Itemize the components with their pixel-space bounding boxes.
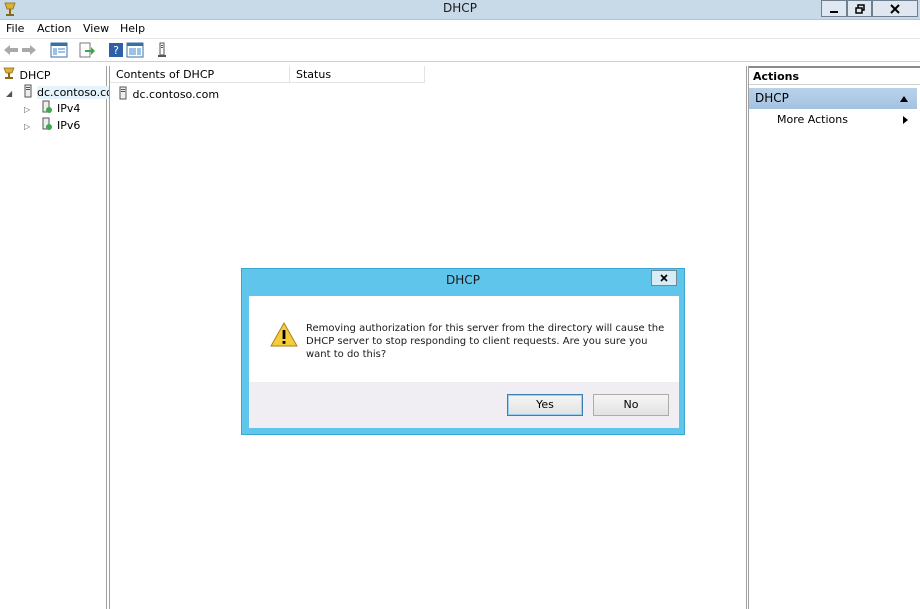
- title-bar[interactable]: DHCP: [0, 0, 920, 20]
- close-icon: [890, 3, 900, 14]
- menu-action[interactable]: Action: [37, 22, 71, 35]
- table-row[interactable]: dc.contoso.com: [117, 86, 219, 102]
- collapsed-arrow-icon[interactable]: ▷: [24, 105, 36, 114]
- help-icon[interactable]: ?: [107, 41, 125, 59]
- column-header-status[interactable]: Status: [290, 66, 425, 83]
- section-label: DHCP: [755, 91, 789, 105]
- window-title: DHCP: [443, 1, 477, 15]
- menu-help[interactable]: Help: [120, 22, 145, 35]
- tree-item-server[interactable]: ◢ dc.contoso.co: [6, 84, 113, 100]
- svg-text:?: ?: [113, 44, 119, 57]
- menu-view[interactable]: View: [83, 22, 109, 35]
- submenu-arrow-icon: [903, 116, 908, 124]
- tree-item-dhcp[interactable]: DHCP: [2, 67, 51, 83]
- actions-pane: Actions DHCP More Actions: [748, 66, 920, 609]
- action-label: More Actions: [777, 113, 848, 126]
- actions-section-dhcp[interactable]: DHCP: [749, 88, 917, 109]
- menu-bar: File Action View Help: [0, 20, 920, 39]
- mmc-window: DHCP File Action View Help ? DHCP ◢ dc.c…: [0, 0, 920, 609]
- restore-icon: [854, 3, 865, 14]
- expanded-arrow-icon[interactable]: ◢: [6, 89, 18, 98]
- show-hide-console-tree-icon[interactable]: [50, 41, 68, 59]
- tree-label: dc.contoso.co: [37, 86, 113, 99]
- no-button[interactable]: No: [593, 394, 669, 416]
- tree-item-ipv4[interactable]: ▷ IPv4: [24, 100, 80, 116]
- row-name: dc.contoso.com: [132, 88, 220, 101]
- dialog-title: DHCP: [446, 273, 480, 287]
- server-status-icon[interactable]: [153, 41, 171, 59]
- ipv4-icon: [42, 100, 52, 113]
- close-button[interactable]: [872, 0, 918, 17]
- restore-button[interactable]: [847, 0, 872, 17]
- toolbar: ?: [0, 39, 920, 62]
- close-icon: [660, 274, 668, 282]
- tree-label: DHCP: [19, 69, 51, 82]
- actions-header: Actions: [749, 66, 920, 85]
- server-icon: [119, 86, 127, 100]
- confirm-dialog: DHCP Removing authorization for this ser…: [241, 268, 685, 435]
- yes-button[interactable]: Yes: [507, 394, 583, 416]
- collapsed-arrow-icon[interactable]: ▷: [24, 122, 36, 131]
- tree-item-ipv6[interactable]: ▷ IPv6: [24, 117, 80, 133]
- tree-label: IPv4: [57, 102, 81, 115]
- menu-file[interactable]: File: [6, 22, 24, 35]
- collapse-up-icon[interactable]: [900, 96, 908, 102]
- dialog-message: Removing authorization for this server f…: [306, 323, 665, 360]
- minimize-icon: [830, 10, 838, 13]
- dialog-body: Removing authorization for this server f…: [249, 296, 679, 428]
- tree-label: IPv6: [57, 119, 81, 132]
- dialog-close-button[interactable]: [651, 270, 677, 286]
- action-more-actions[interactable]: More Actions: [777, 113, 848, 126]
- show-hide-action-pane-icon[interactable]: [126, 41, 144, 59]
- forward-arrow-icon[interactable]: [20, 41, 38, 59]
- export-list-icon[interactable]: [77, 41, 95, 59]
- back-arrow-icon[interactable]: [2, 41, 20, 59]
- warning-icon: [270, 321, 298, 347]
- server-icon: [24, 84, 31, 98]
- ipv6-icon: [42, 117, 52, 130]
- dhcp-trophy-icon: [3, 67, 15, 79]
- console-tree: DHCP ◢ dc.contoso.co ▷ IPv4 ▷ IPv6: [0, 66, 113, 609]
- column-header-contents[interactable]: Contents of DHCP: [110, 66, 290, 83]
- minimize-button[interactable]: [821, 0, 847, 17]
